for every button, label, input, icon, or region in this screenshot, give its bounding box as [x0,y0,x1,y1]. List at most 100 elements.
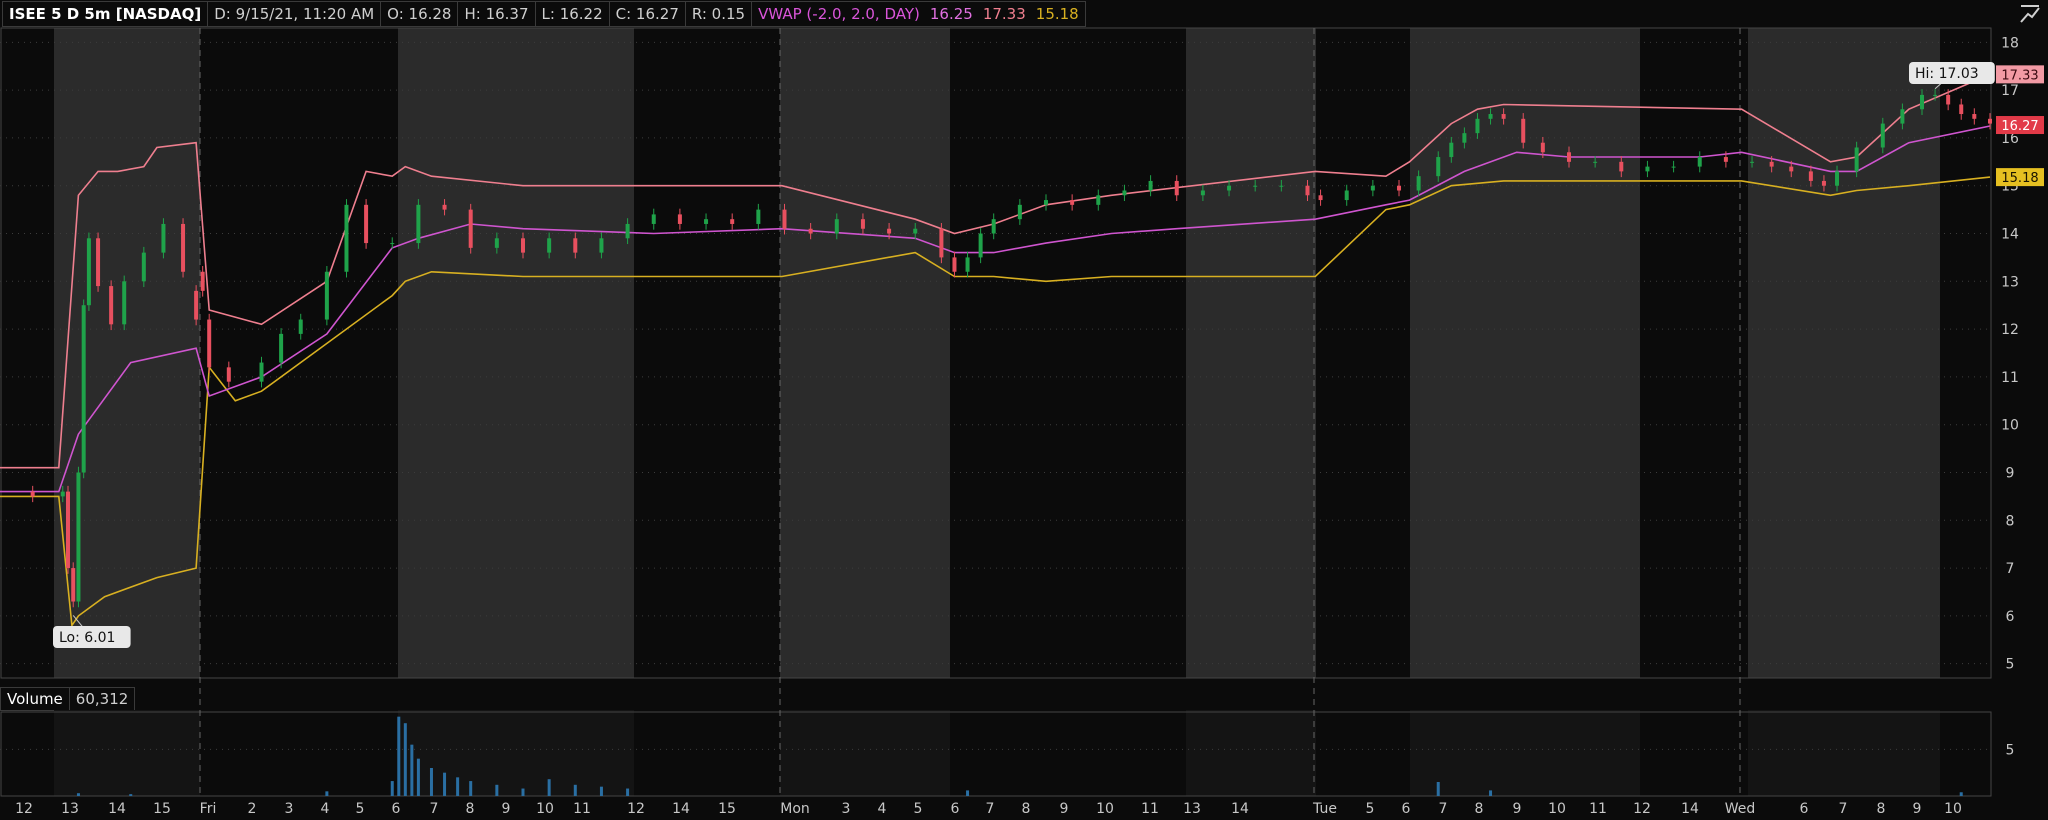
x-tick-label: 8 [466,801,475,817]
session-shade [1186,28,1316,678]
candle [860,219,865,229]
candle [364,204,369,244]
candle [599,238,604,253]
candle [1200,190,1205,196]
x-tick-label: 10 [1548,801,1566,817]
candle [704,219,709,224]
candle [442,204,447,210]
y-tick-label: 6 [2006,609,2015,625]
candle [1645,166,1650,172]
price-chart[interactable]: 56789101112131415161718512 13 14 15 Fri 2 3 4 5 6… [0,0,2048,820]
candle [65,491,70,569]
session-shade [1410,710,1640,796]
y-tick-label: 5 [2006,657,2015,673]
volume-bar [410,744,414,796]
candle [1933,94,1938,96]
x-tick-label: 3 [842,801,851,817]
candle [30,491,35,497]
candle [1436,157,1441,177]
price-pane-border [0,27,1992,679]
candle [1959,104,1964,115]
volume-bar [76,793,80,796]
x-tick-label: 7 [430,801,439,817]
volume-bar [1489,790,1493,796]
y-tick-label: 10 [2001,418,2019,434]
candle [298,319,303,334]
candle [96,238,101,287]
candle [887,228,892,234]
candle [1227,185,1232,191]
y-tick-label: 14 [2001,227,2019,243]
candle [913,228,918,234]
candle [808,228,813,234]
candle [1900,109,1905,124]
candle [1835,171,1840,186]
x-tick-label: 11 [1589,801,1607,817]
candle [1370,185,1375,191]
x-tick-label: 10 [536,801,554,817]
x-tick-label: 8 [1022,801,1031,817]
x-tick-label: 14 [1681,801,1699,817]
x-tick-label: 13 [1183,801,1201,817]
x-tick-label: 11 [1141,801,1159,817]
x-tick-label: 11 [573,801,591,817]
volume-bar [1959,792,1963,796]
candle [991,219,996,234]
x-tick-label: 6 [392,801,401,817]
candle [141,252,146,282]
x-tick-label: 8 [1877,801,1886,817]
candle [1821,180,1826,186]
x-tick-label: 4 [878,801,887,817]
candle [1769,161,1774,167]
lower-price-tag: 15.18 [2001,171,2038,186]
candle [1501,114,1506,119]
candle [834,219,839,234]
volume-bar [469,781,473,796]
session-shade [1748,28,1940,678]
candle [677,214,682,224]
session-shade [398,710,634,796]
x-tick-label: 5 [356,801,365,817]
candle [1148,180,1153,191]
candle [1566,152,1571,162]
x-tick-label: 9 [1513,801,1522,817]
upper-band-line [0,73,1991,469]
candle [1318,195,1323,201]
x-tick-label: 5 [1366,801,1375,817]
x-tick-label: 5 [914,801,923,817]
volume-bar [456,777,460,796]
candle [1540,142,1545,153]
candle [1697,157,1702,167]
candle [625,223,630,239]
volume-bar [521,788,525,796]
candle [651,214,656,224]
candle [1619,161,1624,172]
candle [122,281,127,325]
volume-bar [416,758,420,796]
candle [1521,118,1526,143]
volume-bar [429,768,433,796]
volume-bar [547,779,551,796]
x-tick-label: 7 [1839,801,1848,817]
candle [1920,94,1925,110]
candle [207,319,212,368]
candle [344,204,349,272]
y-tick-label: 18 [2001,35,2019,51]
volume-bar [626,788,630,796]
candle [390,243,395,245]
candle [86,238,91,306]
x-tick-label: 15 [718,801,736,817]
candle [1462,133,1467,143]
candle [259,362,264,382]
y-tick-label: 11 [2001,370,2019,386]
x-tick-label: 7 [1439,801,1448,817]
candle [81,305,86,473]
candle [1122,190,1127,196]
lower-band-line [0,176,1991,628]
candle [1096,195,1101,205]
lo-annotation: Lo: 6.01 [59,630,115,646]
candle [1416,176,1421,191]
candle [965,257,970,272]
x-tick-label: 14 [672,801,690,817]
y-tick-label: 7 [2006,561,2015,577]
